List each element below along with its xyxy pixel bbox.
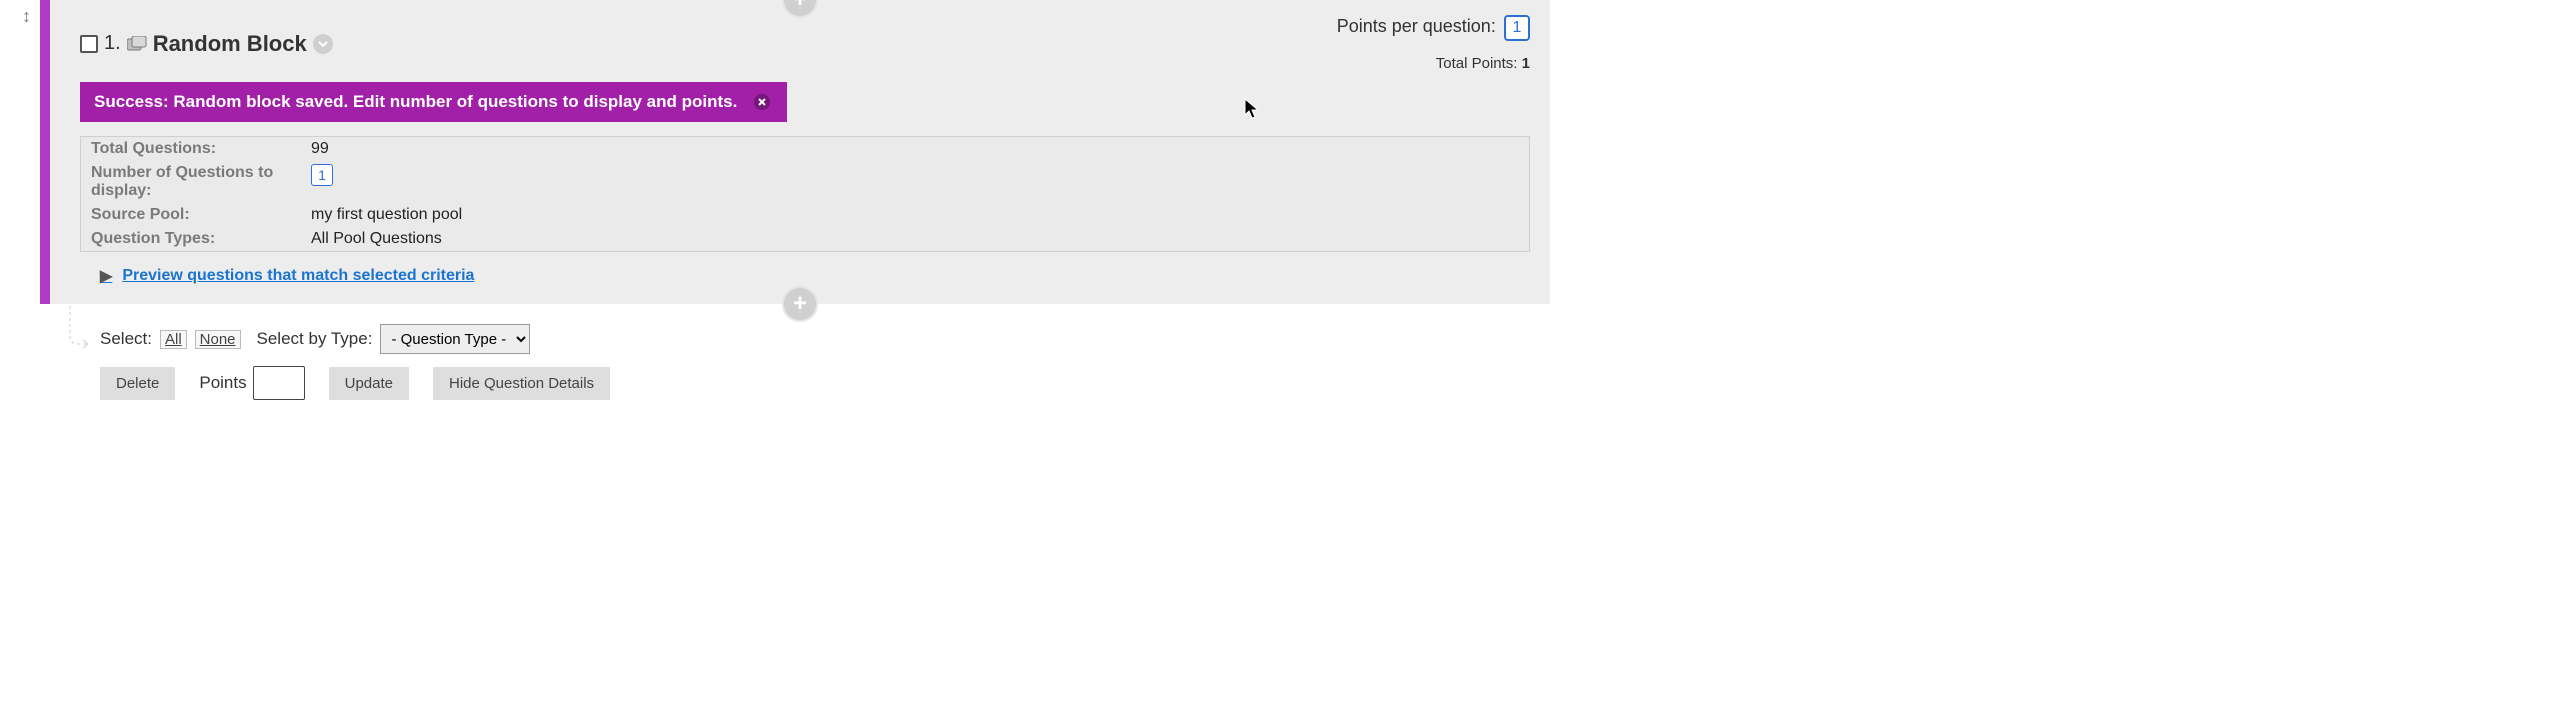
total-questions-label: Total Questions: [91, 140, 311, 158]
select-none-link[interactable]: None [195, 330, 241, 349]
expand-triangle-icon: ▶ [100, 266, 112, 286]
question-type-select[interactable]: - Question Type - [380, 324, 530, 354]
flow-arrow-icon [66, 306, 96, 358]
num-display-label: Number of Questions to display: [91, 164, 311, 200]
block-header: 1. Random Block Points per question: 1 T… [80, 10, 1530, 82]
select-by-type-label: Select by Type: [257, 329, 373, 349]
update-button[interactable]: Update [329, 367, 409, 400]
success-wrapper: Success: Random block saved. Edit number… [80, 82, 1530, 136]
hide-question-details-button[interactable]: Hide Question Details [433, 367, 610, 400]
question-types-value: All Pool Questions [311, 230, 442, 248]
source-pool-value: my first question pool [311, 206, 462, 224]
block-title: Random Block [153, 31, 307, 57]
select-all-link[interactable]: All [160, 330, 187, 349]
info-row-source-pool: Source Pool: my first question pool [81, 203, 1529, 227]
total-points-row: Total Points: 1 [1337, 55, 1530, 72]
drag-handle-icon[interactable]: ↕ [22, 6, 31, 27]
delete-button[interactable]: Delete [100, 367, 175, 400]
points-per-question-input[interactable]: 1 [1504, 15, 1530, 41]
preview-questions-link[interactable]: ▶ Preview questions that match selected … [100, 266, 474, 286]
bulk-actions-area: Select: All None Select by Type: - Quest… [40, 304, 1550, 400]
success-banner: Success: Random block saved. Edit number… [80, 82, 787, 122]
info-row-total-questions: Total Questions: 99 [81, 137, 1529, 161]
points-per-question-label: Points per question: [1337, 16, 1496, 36]
block-menu-chevron-icon[interactable] [313, 34, 333, 54]
total-points-label: Total Points: [1436, 55, 1518, 72]
points-input[interactable] [253, 366, 305, 400]
block-info-table: Total Questions: 99 Number of Questions … [80, 136, 1530, 252]
random-block-card: ↕ 1. Random Block Points per question: 1… [40, 0, 1550, 304]
info-row-question-types: Question Types: All Pool Questions [81, 227, 1529, 251]
random-block-icon [127, 36, 147, 52]
success-message: Random block saved. Edit number of quest… [173, 92, 737, 112]
select-block-checkbox[interactable] [80, 35, 98, 53]
question-types-label: Question Types: [91, 230, 311, 248]
close-icon[interactable] [751, 91, 773, 113]
success-prefix: Success: [94, 92, 169, 112]
preview-link-text: Preview questions that match selected cr… [122, 267, 474, 285]
select-label: Select: [100, 329, 152, 349]
source-pool-label: Source Pool: [91, 206, 311, 224]
points-label: Points [199, 373, 246, 393]
info-row-num-display: Number of Questions to display: 1 [81, 161, 1529, 203]
total-points-value: 1 [1522, 55, 1530, 72]
total-questions-value: 99 [311, 140, 329, 158]
block-number: 1. [104, 32, 121, 55]
num-display-input[interactable]: 1 [311, 164, 333, 186]
